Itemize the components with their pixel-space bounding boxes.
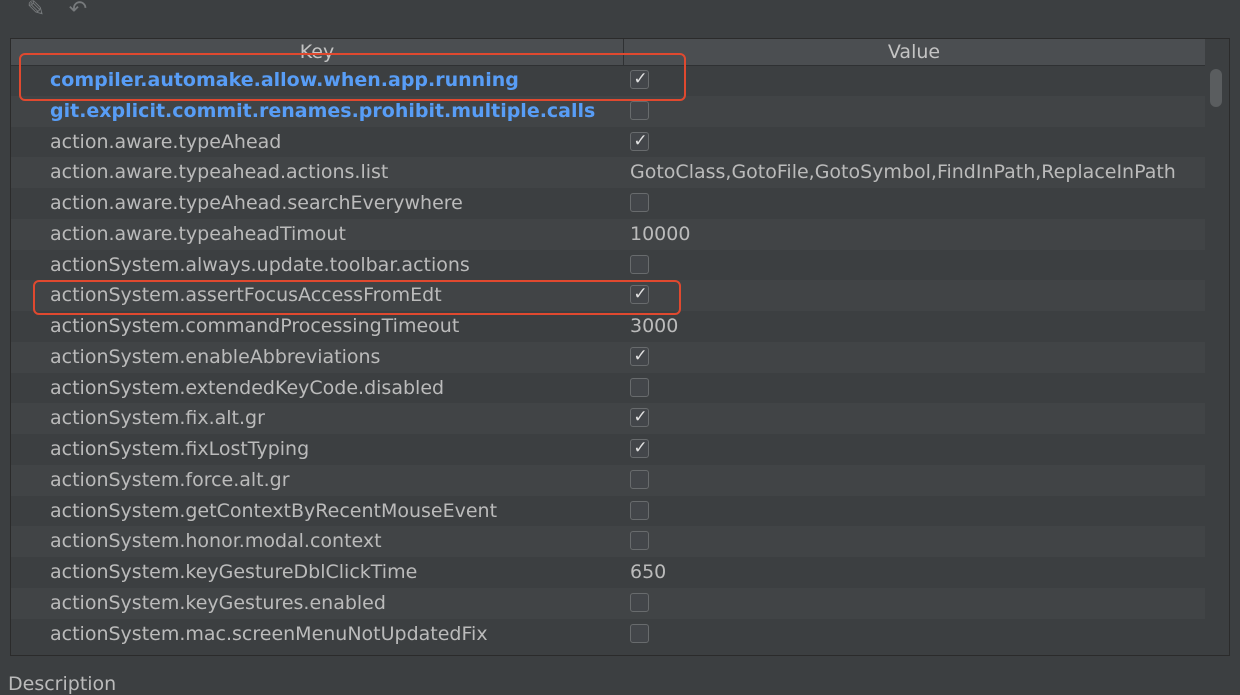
table-row[interactable]: actionSystem.always.update.toolbar.actio…: [11, 250, 1205, 281]
check-icon: ✓: [633, 407, 648, 428]
table-row[interactable]: actionSystem.fix.alt.gr ✓: [11, 403, 1205, 434]
registry-value[interactable]: GotoClass,GotoFile,GotoSymbol,FindInPath…: [630, 157, 1205, 188]
registry-key: actionSystem.extendedKeyCode.disabled: [50, 376, 445, 399]
check-icon: ✓: [633, 345, 648, 366]
registry-value[interactable]: 650: [630, 557, 1205, 588]
check-icon: ✓: [633, 130, 648, 151]
registry-key: compiler.automake.allow.when.app.running: [50, 69, 519, 91]
value-checkbox[interactable]: [630, 100, 649, 120]
value-checkbox[interactable]: ✓: [630, 130, 649, 151]
registry-key: actionSystem.commandProcessingTimeout: [50, 315, 460, 337]
vertical-scrollbar[interactable]: [1205, 65, 1229, 655]
table-row[interactable]: action.aware.typeaheadTimout 10000: [11, 218, 1205, 250]
registry-key: actionSystem.always.update.toolbar.actio…: [50, 253, 470, 276]
table-row[interactable]: action.aware.typeAhead.searchEverywhere: [11, 188, 1205, 219]
column-header-key[interactable]: Key: [11, 39, 624, 65]
toolbar: ✎ ↶: [0, 0, 1240, 30]
description-label: Description: [8, 673, 117, 695]
registry-value[interactable]: 10000: [630, 219, 1205, 250]
registry-key: actionSystem.mac.screenMenuNotUpdatedFix: [50, 622, 488, 645]
registry-key: actionSystem.enableAbbreviations: [50, 345, 381, 368]
registry-key: actionSystem.fixLostTyping: [50, 438, 310, 460]
table-row[interactable]: actionSystem.fixLostTyping ✓: [11, 434, 1205, 465]
table-row[interactable]: action.aware.typeAhead ✓: [11, 127, 1205, 158]
table-row[interactable]: actionSystem.assertFocusAccessFromEdt ✓: [11, 280, 1205, 311]
registry-value[interactable]: 3000: [630, 311, 1205, 342]
table-row[interactable]: git.explicit.commit.renames.prohibit.mul…: [11, 95, 1205, 127]
registry-table: Key Value compiler.automake.allow.when.a…: [10, 38, 1230, 656]
value-checkbox[interactable]: ✓: [630, 284, 649, 305]
table-row[interactable]: actionSystem.force.alt.gr: [11, 464, 1205, 496]
registry-key: actionSystem.keyGestureDblClickTime: [50, 561, 418, 583]
registry-key: actionSystem.force.alt.gr: [50, 468, 290, 491]
value-checkbox[interactable]: [630, 377, 649, 397]
table-row[interactable]: actionSystem.getContextByRecentMouseEven…: [11, 496, 1205, 527]
scrollbar-thumb[interactable]: [1210, 69, 1222, 107]
table-row[interactable]: actionSystem.extendedKeyCode.disabled: [11, 373, 1205, 404]
table-header: Key Value: [11, 39, 1205, 66]
table-row[interactable]: actionSystem.keyGestureDblClickTime 650: [11, 557, 1205, 588]
value-checkbox[interactable]: ✓: [630, 69, 649, 89]
check-icon: ✓: [633, 284, 648, 305]
registry-key: action.aware.typeAhead.searchEverywhere: [50, 192, 463, 214]
value-checkbox[interactable]: ✓: [630, 345, 649, 366]
registry-key: actionSystem.fix.alt.gr: [50, 407, 265, 430]
value-checkbox[interactable]: [630, 592, 649, 612]
value-checkbox[interactable]: ✓: [630, 438, 649, 458]
registry-key: action.aware.typeahead.actions.list: [50, 161, 389, 184]
registry-key: git.explicit.commit.renames.prohibit.mul…: [50, 99, 596, 122]
registry-key: actionSystem.assertFocusAccessFromEdt: [50, 284, 442, 307]
value-checkbox[interactable]: [630, 469, 649, 489]
column-header-value[interactable]: Value: [624, 39, 1204, 65]
registry-key: actionSystem.honor.modal.context: [50, 530, 382, 553]
undo-icon[interactable]: ↶: [64, 0, 92, 22]
value-checkbox[interactable]: [630, 623, 649, 643]
registry-key: action.aware.typeAhead: [50, 130, 282, 153]
table-row[interactable]: actionSystem.keyGestures.enabled: [11, 587, 1205, 619]
value-checkbox[interactable]: [630, 193, 649, 212]
value-checkbox[interactable]: [630, 254, 649, 274]
check-icon: ✓: [633, 438, 648, 458]
registry-key: actionSystem.getContextByRecentMouseEven…: [50, 499, 498, 522]
value-checkbox[interactable]: [630, 500, 649, 520]
table-row[interactable]: actionSystem.mac.screenMenuNotUpdatedFix: [11, 619, 1205, 650]
table-row[interactable]: actionSystem.honor.modal.context: [11, 526, 1205, 557]
check-icon: ✓: [633, 69, 648, 89]
registry-key: action.aware.typeaheadTimout: [50, 222, 346, 245]
table-body: compiler.automake.allow.when.app.running…: [11, 65, 1205, 655]
pencil-icon[interactable]: ✎: [22, 0, 50, 22]
table-row[interactable]: actionSystem.enableAbbreviations ✓: [11, 341, 1205, 373]
registry-key: actionSystem.keyGestures.enabled: [50, 591, 386, 614]
table-row[interactable]: action.aware.typeahead.actions.list GotoC…: [11, 157, 1205, 188]
table-row[interactable]: actionSystem.commandProcessingTimeout 300…: [11, 311, 1205, 342]
table-row[interactable]: compiler.automake.allow.when.app.running…: [11, 65, 1205, 96]
value-checkbox[interactable]: ✓: [630, 407, 649, 428]
value-checkbox[interactable]: [630, 531, 649, 551]
